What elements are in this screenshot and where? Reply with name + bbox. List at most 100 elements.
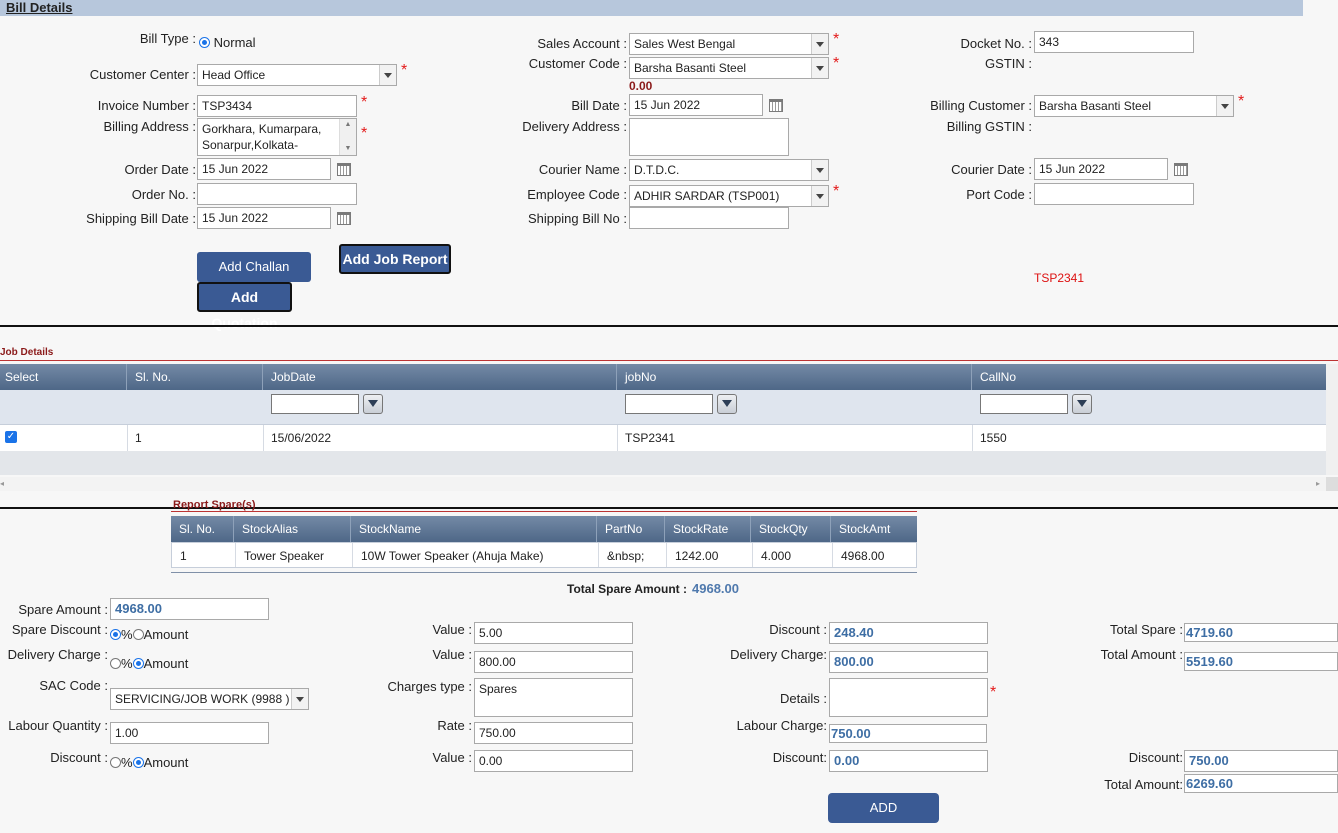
column-header[interactable]: StockAmt <box>831 516 917 542</box>
billing-gstin-label: Billing GSTIN : <box>946 119 1032 134</box>
labour-discount-input[interactable]: 0.00 <box>829 750 988 772</box>
spare-name-cell: 10W Tower Speaker (Ahuja Make) <box>352 543 544 567</box>
column-header[interactable]: StockRate <box>665 516 751 542</box>
docket-no-label: Docket No. : <box>960 36 1032 51</box>
scrollbar-icon[interactable]: ▲ ▼ <box>339 119 356 155</box>
radio-icon[interactable] <box>110 658 121 669</box>
vertical-scrollbar[interactable] <box>1326 364 1338 475</box>
column-header[interactable]: Sl. No. <box>127 364 263 390</box>
column-header[interactable]: Sl. No. <box>171 516 234 542</box>
invoice-number-input[interactable]: TSP3434 <box>197 95 357 117</box>
header-bar <box>0 0 1303 16</box>
spares-grid-header: Sl. No. StockAlias StockName PartNo Stoc… <box>171 516 917 542</box>
delivery-charge-radio-group[interactable]: % Amount <box>110 656 188 671</box>
filter-icon[interactable] <box>363 394 383 414</box>
sales-account-select[interactable]: Sales West Bengal <box>629 33 829 55</box>
billing-customer-select[interactable]: Barsha Basanti Steel <box>1034 95 1234 117</box>
jobno-filter-input[interactable] <box>625 394 713 414</box>
add-job-report-button[interactable]: Add Job Report <box>339 244 451 274</box>
courier-name-select[interactable]: D.T.D.C. <box>629 159 829 181</box>
table-row[interactable]: 1 Tower Speaker 10W Tower Speaker (Ahuja… <box>171 542 917 568</box>
sac-code-select[interactable]: SERVICING/JOB WORK (9988 ) <box>110 688 309 710</box>
spare-amount-input[interactable]: 4968.00 <box>110 598 269 620</box>
column-header[interactable]: PartNo <box>597 516 665 542</box>
customer-code-select[interactable]: Barsha Basanti Steel <box>629 57 829 79</box>
courier-name-label: Courier Name : <box>538 162 627 177</box>
labour-discount-value-input[interactable]: 0.00 <box>474 750 633 772</box>
employee-code-select[interactable]: ADHIR SARDAR (TSP001) <box>629 185 829 207</box>
radio-icon[interactable] <box>110 757 121 768</box>
column-header[interactable]: CallNo <box>972 364 1326 390</box>
horizontal-scrollbar[interactable]: ◂ ▸ <box>0 477 1326 491</box>
spare-rate-cell: 1242.00 <box>666 543 718 567</box>
order-no-input[interactable] <box>197 183 357 205</box>
filter-icon[interactable] <box>1072 394 1092 414</box>
billing-customer-label: Billing Customer : <box>930 98 1032 113</box>
docket-no-input[interactable]: 343 <box>1034 31 1194 53</box>
spare-discount-radio-group[interactable]: % Amount <box>110 627 188 642</box>
delivery-value-input[interactable]: 800.00 <box>474 651 633 673</box>
details-textarea[interactable] <box>829 678 988 717</box>
radio-icon[interactable] <box>132 629 144 640</box>
column-header[interactable]: StockQty <box>751 516 831 542</box>
order-date-input[interactable]: 15 Jun 2022 <box>197 158 331 180</box>
labour-charge-input[interactable]: 750.00 <box>829 724 987 743</box>
spare-discount-value-input[interactable]: 5.00 <box>474 622 633 644</box>
add-challan-button[interactable]: Add Challan <box>197 252 311 282</box>
shipping-bill-date-input[interactable]: 15 Jun 2022 <box>197 207 331 229</box>
final-discount-label: Discount: <box>1128 750 1183 765</box>
column-header[interactable]: Select <box>0 364 127 390</box>
job-reference-text: TSP2341 <box>1034 271 1085 285</box>
calendar-icon[interactable] <box>337 163 351 176</box>
port-code-input[interactable] <box>1034 183 1194 205</box>
labour-quantity-input[interactable]: 1.00 <box>110 722 269 744</box>
spare-sl-cell: 1 <box>180 549 187 563</box>
add-quotation-button[interactable]: Add Quotation <box>197 282 292 331</box>
total-spare-amount-value: 4968.00 <box>692 581 739 596</box>
column-header[interactable]: JobDate <box>263 364 617 390</box>
column-header[interactable]: StockAlias <box>234 516 351 542</box>
bill-type-normal-radio[interactable]: Normal <box>199 35 256 50</box>
radio-icon <box>199 37 210 48</box>
row-checkbox[interactable]: ✓ <box>5 431 17 443</box>
column-header[interactable]: StockName <box>351 516 597 542</box>
radio-icon[interactable] <box>110 629 121 640</box>
total-spare-input[interactable]: 4719.60 <box>1184 623 1338 642</box>
chevron-down-icon <box>811 186 828 206</box>
delivery-address-textarea[interactable] <box>629 118 789 156</box>
final-total-input[interactable]: 6269.60 <box>1184 774 1338 793</box>
total-amount-input[interactable]: 5519.60 <box>1184 652 1338 671</box>
callno-filter-input[interactable] <box>980 394 1068 414</box>
add-button[interactable]: ADD <box>828 793 939 823</box>
radio-icon[interactable] <box>132 757 144 768</box>
customer-center-select[interactable]: Head Office <box>197 64 397 86</box>
courier-date-input[interactable]: 15 Jun 2022 <box>1034 158 1168 180</box>
rate-input[interactable]: 750.00 <box>474 722 633 744</box>
bill-date-label: Bill Date : <box>571 98 627 113</box>
calendar-icon[interactable] <box>337 212 351 225</box>
spare-discount-value-label: Value : <box>432 622 472 637</box>
delivery-charge-label: Delivery Charge : <box>7 647 108 662</box>
filter-icon[interactable] <box>717 394 737 414</box>
calendar-icon[interactable] <box>769 99 783 112</box>
calc-delivery-input[interactable]: 800.00 <box>829 651 988 673</box>
table-row[interactable]: ✓ 1 15/06/2022 TSP2341 1550 <box>0 425 1326 452</box>
final-discount-input[interactable]: 750.00 <box>1184 750 1338 772</box>
labour-discount-radio-group[interactable]: % Amount <box>110 755 188 770</box>
radio-icon[interactable] <box>132 658 144 669</box>
charges-type-label: Charges type : <box>387 679 472 694</box>
bill-date-input[interactable]: 15 Jun 2022 <box>629 94 763 116</box>
section-divider <box>0 325 1338 327</box>
percent-option: % <box>121 755 133 770</box>
labour-discount-type-label: Discount : <box>50 750 108 765</box>
charges-type-textarea[interactable]: Spares <box>474 678 633 717</box>
job-grid-footer <box>0 451 1326 475</box>
percent-option: % <box>121 656 133 671</box>
jobdate-filter-input[interactable] <box>271 394 359 414</box>
calc-discount-input[interactable]: 248.40 <box>829 622 988 644</box>
shipping-bill-no-input[interactable] <box>629 207 789 229</box>
billing-address-textarea[interactable]: Gorkhara, Kumarpara, Sonarpur,Kolkata- <box>197 118 357 156</box>
column-header[interactable]: jobNo <box>617 364 972 390</box>
delivery-value-label: Value : <box>432 647 472 662</box>
calendar-icon[interactable] <box>1174 163 1188 176</box>
